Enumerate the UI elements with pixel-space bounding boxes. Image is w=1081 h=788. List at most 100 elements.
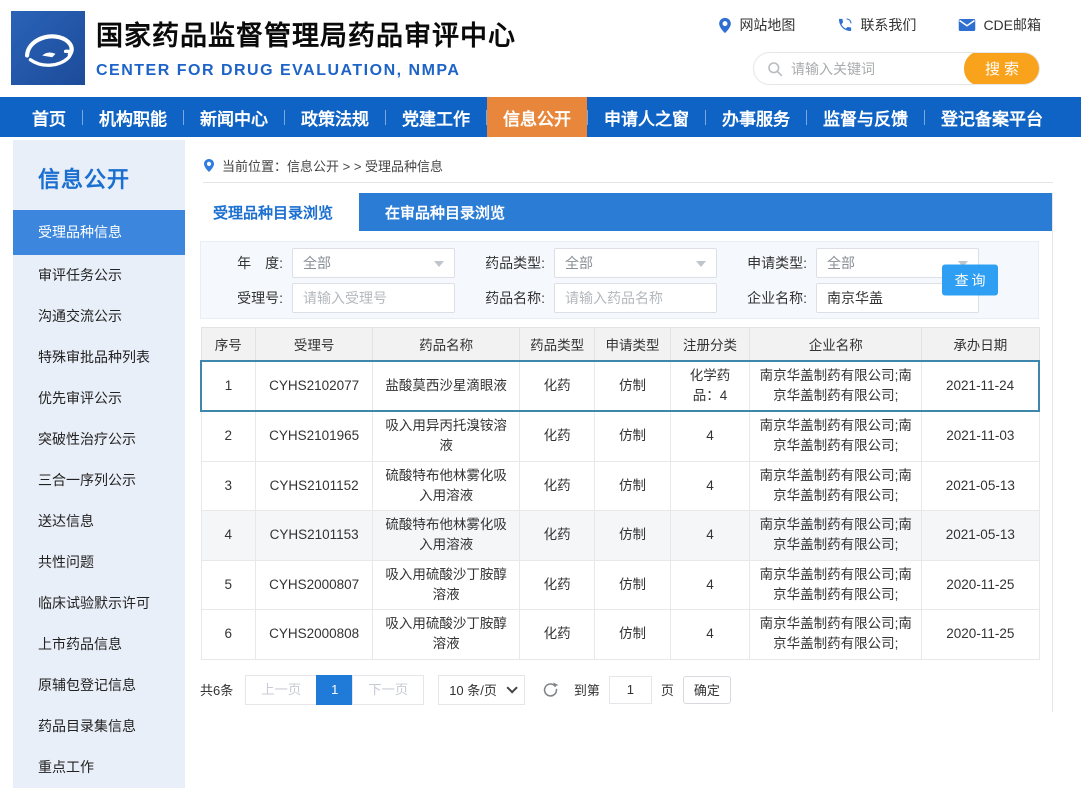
- table-cell: 化药: [519, 361, 594, 412]
- search-button[interactable]: 搜索: [964, 52, 1040, 85]
- next-page-button[interactable]: 下一页: [352, 675, 424, 705]
- acceptance-no-input[interactable]: [292, 283, 455, 313]
- main-nav: 首页机构职能新闻中心政策法规党建工作信息公开申请人之窗办事服务监督与反馈登记备案…: [0, 97, 1081, 137]
- nav-item-9[interactable]: 监督与反馈: [807, 97, 924, 137]
- sidebar-item-10[interactable]: 临床试验默示许可: [13, 583, 185, 624]
- query-button[interactable]: 查询: [942, 265, 998, 296]
- chevron-down-icon: [506, 682, 517, 693]
- nav-item-6[interactable]: 信息公开: [487, 97, 587, 137]
- filter-acceptance-no-label: 受理号:: [213, 288, 283, 308]
- mail-link[interactable]: CDE邮箱: [958, 15, 1041, 35]
- mail-link-label: CDE邮箱: [983, 15, 1041, 35]
- breadcrumb: 当前位置：信息公开 > > 受理品种信息: [203, 156, 443, 175]
- table-cell: 仿制: [595, 461, 670, 511]
- table-cell: 4: [670, 610, 750, 660]
- page-size-value: 10 条/页: [449, 680, 497, 699]
- table-row[interactable]: 6CYHS2000808吸入用硫酸沙丁胺醇溶液化药仿制4南京华盖制药有限公司;南…: [201, 610, 1039, 660]
- drug-name-input[interactable]: [554, 283, 717, 313]
- sidebar-item-1[interactable]: 受理品种信息: [13, 210, 185, 255]
- sidebar-item-9[interactable]: 共性问题: [13, 542, 185, 583]
- chevron-down-icon: [434, 261, 444, 267]
- nav-item-5[interactable]: 党建工作: [386, 97, 486, 137]
- chevron-down-icon: [696, 261, 706, 267]
- nav-item-4[interactable]: 政策法规: [285, 97, 385, 137]
- sidebar-item-8[interactable]: 送达信息: [13, 501, 185, 542]
- table-row[interactable]: 4CYHS2101153硫酸特布他林雾化吸入用溶液化药仿制4南京华盖制药有限公司…: [201, 511, 1039, 561]
- contact-link[interactable]: 联系我们: [837, 15, 916, 35]
- filter-apply-type-label: 申请类型:: [737, 253, 807, 273]
- page-size-select[interactable]: 10 条/页: [438, 675, 525, 705]
- table-cell: 南京华盖制药有限公司;南京华盖制药有限公司;: [750, 461, 922, 511]
- table-cell: 南京华盖制药有限公司;南京华盖制药有限公司;: [750, 511, 922, 561]
- table-cell: 仿制: [595, 511, 670, 561]
- table-cell: 化药: [519, 610, 594, 660]
- cde-logo[interactable]: [11, 11, 85, 85]
- brand: 国家药品监督管理局药品审评中心 CENTER FOR DRUG EVALUATI…: [96, 14, 516, 80]
- phone-icon: [837, 17, 853, 33]
- sidebar-item-2[interactable]: 审评任务公示: [13, 255, 185, 296]
- goto-page: 到第 页 确定: [574, 676, 731, 704]
- nav-item-10[interactable]: 登记备案平台: [925, 97, 1059, 137]
- table-row[interactable]: 1CYHS2102077盐酸莫西沙星滴眼液化药仿制化学药品：4南京华盖制药有限公…: [201, 361, 1039, 412]
- search-icon: [767, 61, 783, 77]
- filter-year: 年 度: 全部: [213, 248, 463, 278]
- nav-item-7[interactable]: 申请人之窗: [588, 97, 705, 137]
- filter-drug-name: 药品名称:: [475, 283, 725, 313]
- contact-link-label: 联系我们: [860, 15, 916, 35]
- filter-box: 年 度: 全部 药品类型: 全部 申请类型: 全部: [200, 241, 1039, 319]
- sidebar-list: 受理品种信息审评任务公示沟通交流公示特殊审批品种列表优先审评公示突破性治疗公示三…: [13, 210, 185, 788]
- column-header: 承办日期: [922, 328, 1039, 361]
- nav-item-2[interactable]: 机构职能: [83, 97, 183, 137]
- breadcrumb-label: 当前位置：信息公开 > > 受理品种信息: [222, 156, 443, 175]
- table-row[interactable]: 2CYHS2101965吸入用异丙托溴铵溶液化药仿制4南京华盖制药有限公司;南京…: [201, 411, 1039, 461]
- nav-item-1[interactable]: 首页: [16, 97, 82, 137]
- prev-page-button[interactable]: 上一页: [245, 675, 317, 705]
- results-table-body: 1CYHS2102077盐酸莫西沙星滴眼液化药仿制化学药品：4南京华盖制药有限公…: [201, 361, 1039, 660]
- table-cell: 硫酸特布他林雾化吸入用溶液: [373, 461, 520, 511]
- search-input[interactable]: [791, 61, 964, 77]
- table-cell: 化药: [519, 511, 594, 561]
- sidebar-item-5[interactable]: 优先审评公示: [13, 378, 185, 419]
- table-cell: 6: [201, 610, 255, 660]
- sidebar-item-13[interactable]: 药品目录集信息: [13, 706, 185, 747]
- tab-accepted-catalog[interactable]: 受理品种目录浏览: [187, 193, 359, 231]
- table-cell: CYHS2101965: [255, 411, 372, 461]
- table-cell: 南京华盖制药有限公司;南京华盖制药有限公司;: [750, 560, 922, 610]
- sidebar-item-11[interactable]: 上市药品信息: [13, 624, 185, 665]
- table-cell: 3: [201, 461, 255, 511]
- refresh-button[interactable]: [542, 681, 559, 698]
- table-row[interactable]: 5CYHS2000807吸入用硫酸沙丁胺醇溶液化药仿制4南京华盖制药有限公司;南…: [201, 560, 1039, 610]
- nav-item-3[interactable]: 新闻中心: [184, 97, 284, 137]
- table-cell: 2: [201, 411, 255, 461]
- sidebar-item-7[interactable]: 三合一序列公示: [13, 460, 185, 501]
- current-page-button[interactable]: 1: [316, 675, 353, 705]
- table-cell: 5: [201, 560, 255, 610]
- nav-item-8[interactable]: 办事服务: [706, 97, 806, 137]
- sidebar-item-12[interactable]: 原辅包登记信息: [13, 665, 185, 706]
- filter-drug-name-label: 药品名称:: [475, 288, 545, 308]
- goto-page-input[interactable]: [609, 676, 652, 704]
- table-cell: 吸入用异丙托溴铵溶液: [373, 411, 520, 461]
- table-cell: 仿制: [595, 361, 670, 412]
- table-cell: 1: [201, 361, 255, 412]
- results-table: 序号受理号药品名称药品类型申请类型注册分类企业名称承办日期 1CYHS21020…: [200, 327, 1040, 660]
- sidebar-item-6[interactable]: 突破性治疗公示: [13, 419, 185, 460]
- sidebar-item-14[interactable]: 重点工作: [13, 747, 185, 788]
- table-cell: 2021-05-13: [922, 511, 1039, 561]
- sidebar-item-3[interactable]: 沟通交流公示: [13, 296, 185, 337]
- year-select[interactable]: 全部: [292, 248, 455, 278]
- sidebar: 信息公开 受理品种信息审评任务公示沟通交流公示特殊审批品种列表优先审评公示突破性…: [13, 140, 185, 788]
- table-row[interactable]: 3CYHS2101152硫酸特布他林雾化吸入用溶液化药仿制4南京华盖制药有限公司…: [201, 461, 1039, 511]
- table-cell: 南京华盖制药有限公司;南京华盖制药有限公司;: [750, 610, 922, 660]
- column-header: 药品类型: [519, 328, 594, 361]
- sidebar-item-4[interactable]: 特殊审批品种列表: [13, 337, 185, 378]
- tab-under-review-catalog[interactable]: 在审品种目录浏览: [359, 193, 531, 231]
- sitemap-link[interactable]: 网站地图: [718, 15, 795, 35]
- table-cell: 2021-11-24: [922, 361, 1039, 412]
- column-header: 序号: [201, 328, 255, 361]
- pagination: 共6条 上一页 1 下一页 10 条/页 到第 页 确定: [200, 675, 1039, 705]
- goto-confirm-button[interactable]: 确定: [683, 676, 731, 704]
- table-cell: 4: [201, 511, 255, 561]
- table-cell: 2020-11-25: [922, 610, 1039, 660]
- drug-type-select[interactable]: 全部: [554, 248, 717, 278]
